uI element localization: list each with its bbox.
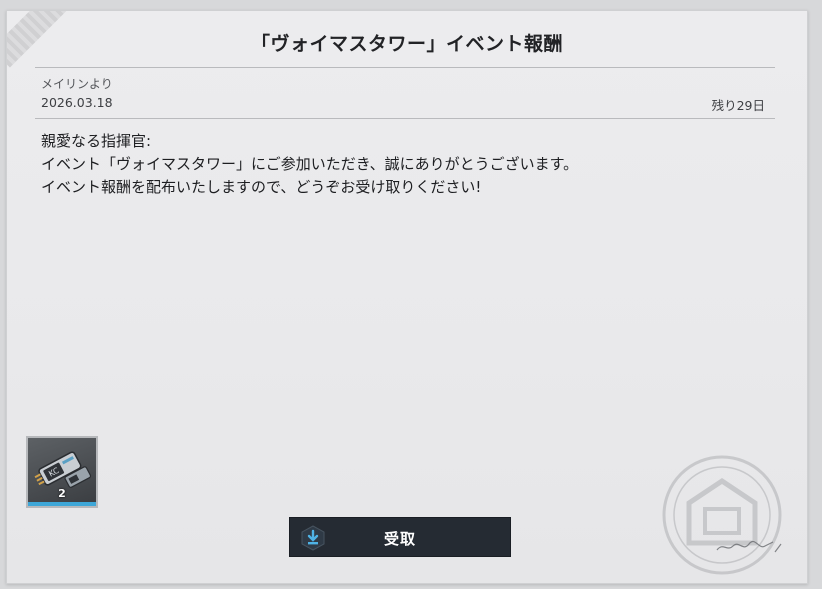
- mail-body-line: イベント報酬を配布いたしますので、どうぞお受け取りください!: [41, 178, 482, 196]
- mail-body: 親愛なる指揮官: イベント「ヴォイマスタワー」にご参加いただき、誠にありがとうご…: [41, 130, 761, 199]
- handwritten-signature-icon: [716, 540, 782, 553]
- mail-remaining-days: 残り29日: [711, 98, 765, 113]
- mail-date: 2026.03.18: [41, 95, 113, 110]
- reward-count: 2: [58, 487, 66, 500]
- claim-button[interactable]: 受取: [289, 517, 511, 557]
- signature-scribble: [715, 538, 785, 559]
- mail-body-line: イベント「ヴォイマスタワー」にご参加いただき、誠にありがとうございます。: [41, 155, 579, 173]
- title-divider: [35, 67, 775, 68]
- mail-title: 「ヴォイマスタワー」イベント報酬: [250, 33, 563, 55]
- claim-button-label: 受取: [383, 530, 416, 548]
- reward-rarity-bar: [28, 502, 96, 506]
- meta-divider: [35, 118, 775, 119]
- data-chip-icon: KC: [34, 451, 92, 488]
- mail-panel: 「ヴォイマスタワー」イベント報酬 メイリンより 2026.03.18 残り29日…: [6, 10, 808, 584]
- mail-sender: メイリンより: [41, 77, 113, 91]
- reward-item[interactable]: KC 2: [26, 436, 98, 508]
- mail-body-line: 親愛なる指揮官:: [41, 132, 152, 150]
